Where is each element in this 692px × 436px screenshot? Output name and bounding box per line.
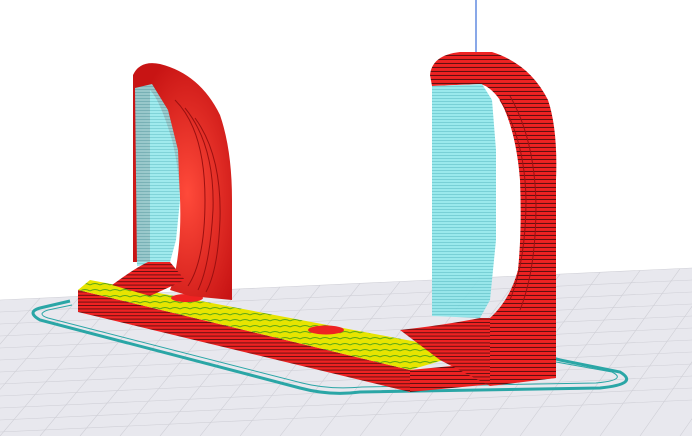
sliced-model-scene[interactable] [0,0,692,436]
base-bar-hole-right [308,325,344,335]
layer-view-viewport[interactable] [0,0,692,436]
right-support [432,84,496,318]
